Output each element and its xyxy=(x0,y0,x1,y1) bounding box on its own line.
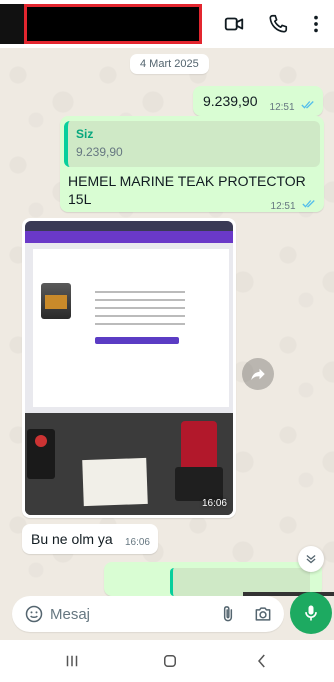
quote-author: Siz xyxy=(76,127,94,141)
incoming-photo-message[interactable]: 16:06 xyxy=(22,218,236,518)
read-ticks-icon xyxy=(301,97,315,115)
message-text: 9.239,90 xyxy=(203,93,258,109)
message-composer xyxy=(12,596,284,632)
quote-text: 9.239,90 xyxy=(76,145,123,159)
read-ticks-icon xyxy=(302,196,316,214)
forward-icon xyxy=(251,368,265,380)
message-time: 16:06 xyxy=(201,498,227,509)
camera-icon[interactable] xyxy=(252,604,274,624)
home-icon[interactable] xyxy=(160,652,180,670)
back-area-redacted[interactable] xyxy=(0,4,24,44)
message-text: Bu ne olm ya xyxy=(31,531,113,547)
video-call-icon[interactable] xyxy=(222,12,246,36)
message-input[interactable] xyxy=(50,602,200,626)
quoted-message xyxy=(170,568,334,596)
sticker-icon[interactable] xyxy=(24,604,44,624)
contact-name-redacted[interactable] xyxy=(24,4,202,44)
more-options-icon[interactable] xyxy=(304,12,328,36)
outgoing-message[interactable]: 9.239,90 12:51 xyxy=(193,86,323,116)
scroll-to-bottom-button[interactable] xyxy=(298,546,324,572)
system-navigation-bar xyxy=(0,640,334,682)
attach-icon[interactable] xyxy=(218,604,238,624)
message-meta: 12:51 xyxy=(270,97,315,115)
chat-messages[interactable]: 4 Mart 2025 9.239,90 12:51 Siz 9.239,90 … xyxy=(0,48,334,596)
date-separator: 4 Mart 2025 xyxy=(130,54,209,74)
photo-monitor-screen xyxy=(25,221,233,413)
chat-header xyxy=(0,0,334,48)
voice-message-button[interactable] xyxy=(290,592,332,634)
message-time: 16:06 xyxy=(124,537,150,548)
double-chevron-down-icon xyxy=(306,555,316,564)
incoming-message[interactable]: Bu ne olm ya 16:06 xyxy=(22,524,158,554)
quoted-message[interactable]: Siz 9.239,90 xyxy=(64,121,320,167)
outgoing-reply-message[interactable]: Siz 9.239,90 HEMEL MARINE TEAK PROTECTOR… xyxy=(60,116,324,212)
microphone-icon xyxy=(305,605,317,621)
message-time: 12:51 xyxy=(269,102,295,114)
outgoing-message-partial[interactable] xyxy=(104,562,334,596)
back-icon[interactable] xyxy=(252,652,272,670)
photo-thumbnail[interactable]: 16:06 xyxy=(25,221,233,515)
message-time: 12:51 xyxy=(270,201,296,213)
voice-call-icon[interactable] xyxy=(266,12,290,36)
forward-button[interactable] xyxy=(242,358,274,390)
recent-apps-icon[interactable] xyxy=(62,652,82,670)
message-meta: 12:51 xyxy=(271,196,316,214)
